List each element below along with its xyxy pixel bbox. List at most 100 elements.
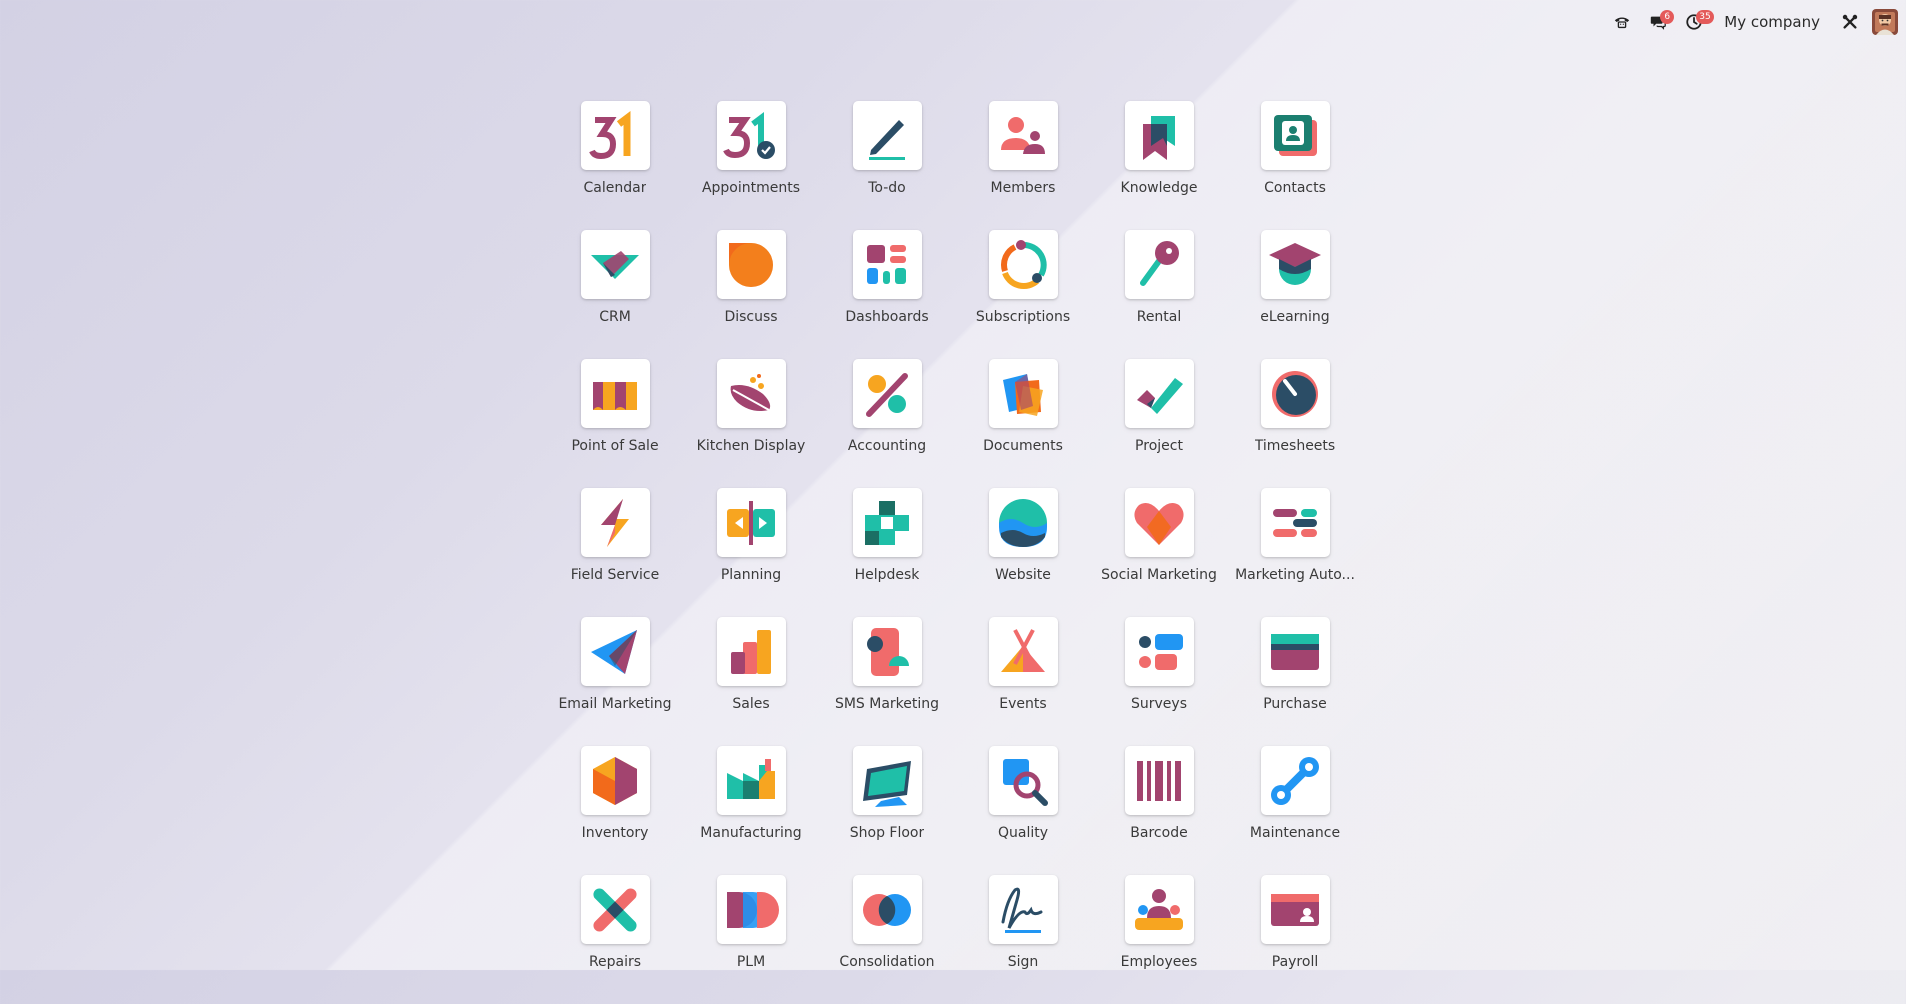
accounting-icon <box>866 372 908 417</box>
dashboards-icon <box>867 244 906 284</box>
app-marketing-automation[interactable]: Marketing Auto... <box>1227 488 1363 617</box>
app-tile <box>716 359 786 428</box>
app-tile <box>716 230 786 299</box>
app-manufacturing[interactable]: Manufacturing <box>683 746 819 875</box>
app-dashboards[interactable]: Dashboards <box>819 230 955 359</box>
app-tile <box>988 359 1058 428</box>
app-label: Helpdesk <box>854 567 920 583</box>
app-label: Email Marketing <box>558 696 672 712</box>
app-website[interactable]: Website <box>955 488 1091 617</box>
activity-badge: 35 <box>1696 10 1714 24</box>
app-documents[interactable]: Documents <box>955 359 1091 488</box>
app-social-marketing[interactable]: Social Marketing <box>1091 488 1227 617</box>
app-elearning[interactable]: eLearning <box>1227 230 1363 359</box>
company-switcher[interactable]: My company <box>1712 13 1832 31</box>
app-rental[interactable]: Rental <box>1091 230 1227 359</box>
todo-icon <box>869 119 905 160</box>
app-employees[interactable]: Employees <box>1091 875 1227 1004</box>
app-consolidation[interactable]: Consolidation <box>819 875 955 1004</box>
app-surveys[interactable]: Surveys <box>1091 617 1227 746</box>
app-field-service[interactable]: Field Service <box>547 488 683 617</box>
app-plm[interactable]: PLM <box>683 875 819 1004</box>
website-icon <box>999 498 1047 547</box>
app-quality[interactable]: Quality <box>955 746 1091 875</box>
app-label: Documents <box>983 438 1063 454</box>
app-members[interactable]: Members <box>955 101 1091 230</box>
app-barcode[interactable]: Barcode <box>1091 746 1227 875</box>
user-avatar[interactable] <box>1872 8 1898 35</box>
appointments-icon <box>723 111 775 159</box>
debug-tools-button[interactable] <box>1832 0 1868 43</box>
app-tile <box>1260 230 1330 299</box>
app-subscriptions[interactable]: Subscriptions <box>955 230 1091 359</box>
app-label: Marketing Auto... <box>1235 567 1355 583</box>
app-discuss[interactable]: Discuss <box>683 230 819 359</box>
app-planning[interactable]: Planning <box>683 488 819 617</box>
app-tile <box>580 617 650 686</box>
consolidation-icon <box>863 893 911 926</box>
messages-button[interactable]: 6 <box>1640 0 1676 43</box>
app-label: To-do <box>868 180 906 196</box>
app-contacts[interactable]: Contacts <box>1227 101 1363 230</box>
app-calendar[interactable]: Calendar <box>547 101 683 230</box>
sms-marketing-icon <box>867 627 909 676</box>
app-email-marketing[interactable]: Email Marketing <box>547 617 683 746</box>
app-maintenance[interactable]: Maintenance <box>1227 746 1363 875</box>
point-of-sale-icon <box>593 381 637 410</box>
app-label: Inventory <box>581 825 649 841</box>
app-tile <box>1260 488 1330 557</box>
app-appointments[interactable]: Appointments <box>683 101 819 230</box>
members-icon <box>1001 116 1045 154</box>
app-tile <box>988 488 1058 557</box>
app-sign[interactable]: Sign <box>955 875 1091 1004</box>
app-tile <box>716 875 786 944</box>
app-events[interactable]: Events <box>955 617 1091 746</box>
phone-icon <box>1615 17 1630 28</box>
app-label: Discuss <box>724 309 778 325</box>
app-tile <box>716 617 786 686</box>
app-accounting[interactable]: Accounting <box>819 359 955 488</box>
plm-icon <box>727 891 779 928</box>
app-sms-marketing[interactable]: SMS Marketing <box>819 617 955 746</box>
app-inventory[interactable]: Inventory <box>547 746 683 875</box>
tools-icon <box>1842 14 1858 29</box>
inventory-icon <box>593 756 637 805</box>
activities-button[interactable]: 35 <box>1676 0 1714 43</box>
app-sales[interactable]: Sales <box>683 617 819 746</box>
app-project[interactable]: Project <box>1091 359 1227 488</box>
app-label: Sign <box>1007 954 1039 970</box>
sign-icon <box>1001 887 1043 933</box>
app-label: Social Marketing <box>1101 567 1217 583</box>
maintenance-icon <box>1271 756 1319 805</box>
rental-icon <box>1140 240 1179 286</box>
app-point-of-sale[interactable]: Point of Sale <box>547 359 683 488</box>
app-helpdesk[interactable]: Helpdesk <box>819 488 955 617</box>
app-label: Kitchen Display <box>696 438 806 454</box>
app-timesheets[interactable]: Timesheets <box>1227 359 1363 488</box>
app-purchase[interactable]: Purchase <box>1227 617 1363 746</box>
repairs-icon <box>593 887 637 932</box>
app-tile <box>1124 101 1194 170</box>
app-label: Calendar <box>583 180 647 196</box>
phone-button[interactable] <box>1604 0 1640 43</box>
app-tile <box>1124 359 1194 428</box>
app-shop-floor[interactable]: Shop Floor <box>819 746 955 875</box>
discuss-icon <box>729 242 773 287</box>
app-label: Contacts <box>1264 180 1326 196</box>
app-todo[interactable]: To-do <box>819 101 955 230</box>
app-crm[interactable]: CRM <box>547 230 683 359</box>
app-payroll[interactable]: Payroll <box>1227 875 1363 1004</box>
knowledge-icon <box>1143 115 1175 160</box>
planning-icon <box>727 500 775 545</box>
app-repairs[interactable]: Repairs <box>547 875 683 1004</box>
app-kitchen-display[interactable]: Kitchen Display <box>683 359 819 488</box>
app-knowledge[interactable]: Knowledge <box>1091 101 1227 230</box>
employees-icon <box>1135 888 1183 930</box>
app-label: Project <box>1135 438 1183 454</box>
kitchen-display-icon <box>730 373 771 411</box>
app-tile <box>1260 875 1330 944</box>
app-tile <box>852 101 922 170</box>
manufacturing-icon <box>727 758 775 799</box>
events-icon <box>1001 628 1045 672</box>
app-tile <box>852 875 922 944</box>
